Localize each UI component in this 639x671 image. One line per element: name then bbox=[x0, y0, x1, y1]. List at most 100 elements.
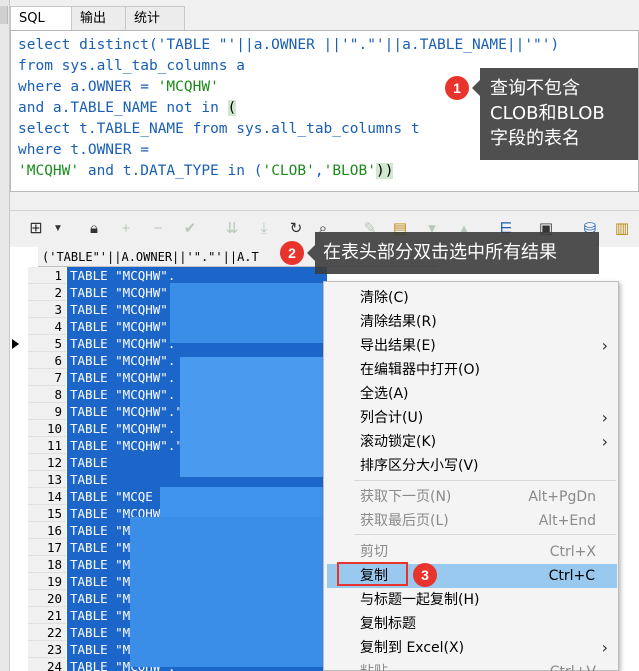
menu-separator bbox=[354, 480, 616, 481]
redaction-blur bbox=[170, 283, 330, 343]
row-number[interactable]: 24 bbox=[28, 658, 66, 671]
row-number[interactable]: 14 bbox=[28, 488, 66, 505]
grid-view-icon[interactable]: ⊞ bbox=[26, 219, 46, 239]
menu-item[interactable]: 复制标题 bbox=[324, 612, 618, 636]
left-panel-edge bbox=[0, 0, 10, 671]
menu-item[interactable]: 全选(A) bbox=[324, 382, 618, 406]
tab-output[interactable]: 输出 bbox=[71, 6, 126, 30]
sql-line-3: where a.OWNER = 'MCQHW' bbox=[18, 77, 219, 98]
row-number[interactable]: 11 bbox=[28, 437, 66, 454]
row-number[interactable]: 23 bbox=[28, 641, 66, 658]
sql-text: from sys.all_tab_columns a bbox=[18, 58, 245, 74]
menu-item-label: 清除(C) bbox=[360, 290, 409, 306]
menu-item[interactable]: 清除(C) bbox=[324, 286, 618, 310]
row-number[interactable]: 1 bbox=[28, 267, 66, 284]
sql-line-2: from sys.all_tab_columns a bbox=[18, 56, 245, 77]
chevron-down-icon[interactable]: ▼ bbox=[48, 219, 68, 239]
menu-item[interactable]: 列合计(U) › bbox=[324, 406, 618, 430]
sql-text: t.TABLE_NAME bbox=[70, 121, 193, 137]
menu-item-label: 导出结果(E) bbox=[360, 338, 436, 354]
row-number[interactable]: 6 bbox=[28, 352, 66, 369]
chevron-right-icon: › bbox=[601, 336, 608, 355]
fetch-last-icon[interactable]: ⤓ bbox=[254, 219, 274, 239]
chart-icon[interactable]: ▥ bbox=[612, 219, 632, 239]
menu-item-shortcut: Alt+End bbox=[538, 513, 596, 529]
step-badge-3: 3 bbox=[413, 563, 437, 587]
row-number[interactable]: 21 bbox=[28, 607, 66, 624]
menu-item-label: 列合计(U) bbox=[360, 410, 424, 426]
sql-text: ('TABLE "'||a.OWNER ||'"."'||a.TABLE_NAM… bbox=[148, 37, 560, 53]
menu-item[interactable]: 剪切 Ctrl+X bbox=[324, 540, 618, 564]
menu-item[interactable]: 粘贴 Ctrl+V bbox=[324, 660, 618, 671]
tab-statistics[interactable]: 统计 bbox=[125, 6, 185, 30]
menu-item-shortcut: Ctrl+X bbox=[549, 544, 596, 560]
row-number[interactable]: 13 bbox=[28, 471, 66, 488]
menu-item-label: 获取下一页(N) bbox=[360, 489, 452, 505]
row-number[interactable]: 15 bbox=[28, 505, 66, 522]
menu-item[interactable]: 排序区分大小写(V) bbox=[324, 454, 618, 478]
sql-string: 'CLOB' bbox=[262, 163, 315, 179]
sql-text: , bbox=[314, 163, 324, 179]
lock-icon[interactable]: 🔒︎ bbox=[84, 219, 104, 239]
sql-line-5: select t.TABLE_NAME from sys.all_tab_col… bbox=[18, 119, 420, 140]
tab-sql[interactable]: SQL bbox=[10, 6, 72, 30]
menu-item[interactable]: 复制到 Excel(X) › bbox=[324, 636, 618, 660]
menu-item-label: 全选(A) bbox=[360, 386, 409, 402]
row-number[interactable]: 20 bbox=[28, 590, 66, 607]
menu-item[interactable]: 滚动锁定(K) › bbox=[324, 430, 618, 454]
callout-text: 字段的表名 bbox=[490, 128, 580, 149]
row-number[interactable]: 22 bbox=[28, 624, 66, 641]
fetch-next-icon[interactable]: ⇊ bbox=[222, 219, 242, 239]
sql-keyword: from bbox=[192, 121, 228, 137]
menu-item-shortcut: Alt+PgDn bbox=[528, 489, 596, 505]
row-number[interactable]: 16 bbox=[28, 522, 66, 539]
left-panel-tab[interactable] bbox=[0, 6, 8, 24]
sql-keyword: where bbox=[18, 142, 62, 158]
row-number[interactable]: 5 bbox=[28, 335, 66, 352]
row-number[interactable]: 9 bbox=[28, 403, 66, 420]
row-number[interactable]: 7 bbox=[28, 369, 66, 386]
menu-item[interactable]: 与标题一起复制(H) bbox=[324, 588, 618, 612]
menu-item-label: 粘贴 bbox=[360, 660, 388, 671]
row-number[interactable]: 10 bbox=[28, 420, 66, 437]
menu-separator bbox=[354, 534, 616, 535]
sql-line-6: where t.OWNER = bbox=[18, 140, 149, 161]
menu-item-label: 获取最后页(L) bbox=[360, 513, 449, 529]
callout-select-hint: 在表头部分双击选中所有结果 bbox=[307, 232, 599, 274]
row-number[interactable]: 2 bbox=[28, 284, 66, 301]
add-row-icon[interactable]: + bbox=[116, 219, 136, 239]
chevron-right-icon: › bbox=[601, 432, 608, 451]
pane-splitter[interactable] bbox=[10, 193, 639, 211]
row-number[interactable]: 12 bbox=[28, 454, 66, 471]
row-number[interactable]: 18 bbox=[28, 556, 66, 573]
context-menu: 清除(C) 清除结果(R) 导出结果(E) › 在编辑器中打开(O) 全选(A) 列合计(U… bbox=[323, 281, 619, 671]
sql-text: a.TABLE_NAME bbox=[44, 100, 167, 116]
row-number[interactable]: 17 bbox=[28, 539, 66, 556]
menu-item[interactable]: 清除结果(R) bbox=[324, 310, 618, 334]
callout-query-explanation: 查询不包含 CLOB和BLOB 字段的表名 bbox=[472, 68, 638, 160]
delete-row-icon[interactable]: − bbox=[148, 219, 168, 239]
menu-item-label: 与标题一起复制(H) bbox=[360, 592, 480, 608]
redaction-blur bbox=[130, 517, 330, 667]
menu-item-label: 清除结果(R) bbox=[360, 314, 437, 330]
chevron-right-icon: › bbox=[601, 408, 608, 427]
menu-item-label: 滚动锁定(K) bbox=[360, 434, 437, 450]
callout-text: 查询不包含 bbox=[490, 78, 580, 99]
sql-bracket-highlight: )) bbox=[375, 163, 394, 179]
row-number[interactable]: 19 bbox=[28, 573, 66, 590]
post-changes-icon[interactable]: ✔ bbox=[180, 219, 200, 239]
row-number[interactable]: 8 bbox=[28, 386, 66, 403]
editor-tabs: SQL 输出 统计 bbox=[10, 6, 185, 30]
refresh-icon[interactable]: ↻ bbox=[286, 219, 306, 239]
sql-text: a.OWNER = bbox=[61, 79, 158, 95]
sql-keyword: not in bbox=[166, 100, 219, 116]
row-number[interactable]: 4 bbox=[28, 318, 66, 335]
sql-keyword: and bbox=[18, 100, 45, 116]
table-cell[interactable]: TABLE "MCQHW". bbox=[67, 267, 327, 284]
row-number[interactable]: 3 bbox=[28, 301, 66, 318]
menu-item[interactable]: 导出结果(E) › bbox=[324, 334, 618, 358]
menu-item[interactable]: 获取下一页(N) Alt+PgDn bbox=[324, 485, 618, 509]
sql-text: ( bbox=[245, 163, 263, 179]
menu-item[interactable]: 获取最后页(L) Alt+End bbox=[324, 509, 618, 533]
menu-item[interactable]: 在编辑器中打开(O) bbox=[324, 358, 618, 382]
